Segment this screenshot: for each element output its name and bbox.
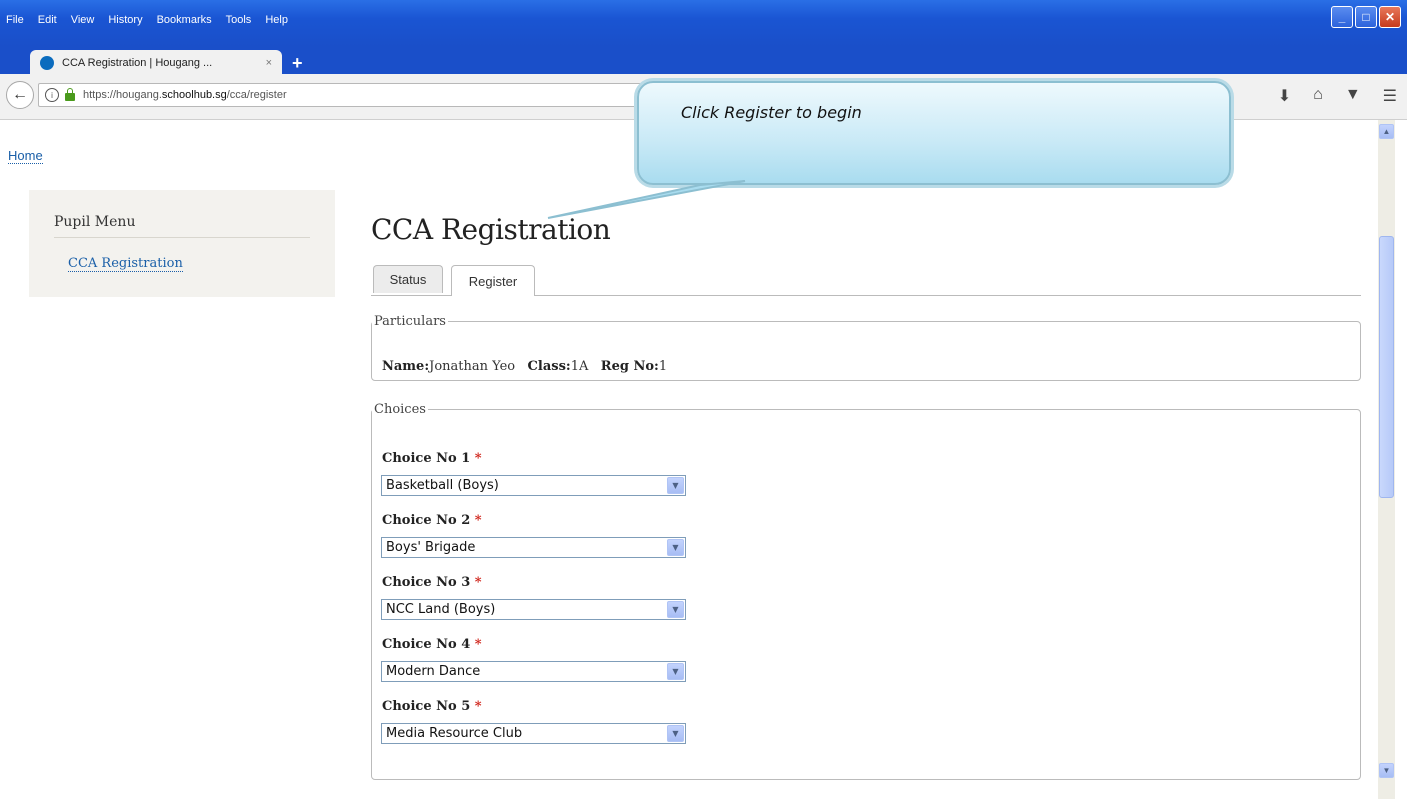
hamburger-menu-icon[interactable]: ☰ [1383, 86, 1397, 106]
download-icon[interactable]: ⬇ [1278, 86, 1291, 106]
url-path: /cca/register [226, 89, 287, 101]
lock-icon [65, 88, 75, 101]
sidebar-item-cca-registration[interactable]: CCA Registration [68, 256, 183, 272]
reg-no-label: Reg No: [600, 359, 659, 374]
choice-2-label: Choice No 2 * [382, 513, 482, 528]
callout-text: Click Register to begin [681, 103, 862, 122]
required-marker: * [474, 451, 482, 466]
menu-view[interactable]: View [71, 14, 95, 26]
choice-1-select[interactable]: Basketball (Boys) ▼ [381, 475, 686, 496]
menu-bookmarks[interactable]: Bookmarks [157, 14, 212, 26]
browser-tab-strip: CCA Registration | Hougang ... × + [0, 46, 1407, 76]
url-prefix: https://hougang. [83, 89, 162, 101]
choice-5-label-text: Choice No 5 [382, 699, 471, 714]
scrollbar-thumb[interactable] [1379, 236, 1394, 498]
choice-3-select[interactable]: NCC Land (Boys) ▼ [381, 599, 686, 620]
page-content: Home Pupil Menu CCA Registration CCA Reg… [0, 120, 1378, 799]
tab-register[interactable]: Register [451, 265, 535, 296]
choice-1-label: Choice No 1 * [382, 451, 482, 466]
choice-3-label: Choice No 3 * [382, 575, 482, 590]
chevron-down-icon[interactable]: ▼ [667, 663, 684, 680]
class-value: 1A [570, 359, 589, 374]
particulars-details: Name:Jonathan Yeo Class:1A Reg No:1 [382, 359, 667, 374]
choice-3-label-text: Choice No 3 [382, 575, 471, 590]
url-host: schoolhub.sg [161, 89, 227, 101]
maximize-button[interactable]: □ [1355, 6, 1377, 28]
breadcrumb-home-link[interactable]: Home [8, 148, 43, 164]
info-icon[interactable]: i [45, 88, 59, 102]
sidebar-title: Pupil Menu [54, 214, 136, 230]
menu-history[interactable]: History [108, 14, 142, 26]
name-label: Name: [382, 359, 430, 374]
pupil-menu-sidebar: Pupil Menu CCA Registration [29, 190, 335, 297]
choice-4-label-text: Choice No 4 [382, 637, 471, 652]
chevron-down-icon[interactable]: ▼ [667, 539, 684, 556]
choice-2-select[interactable]: Boys' Brigade ▼ [381, 537, 686, 558]
choices-legend: Choices [374, 402, 426, 417]
chevron-down-icon[interactable]: ▼ [667, 477, 684, 494]
choice-2-value: Boys' Brigade [386, 540, 476, 555]
close-window-button[interactable]: ✕ [1379, 6, 1401, 28]
choices-fieldset: Choices Choice No 1 * Basketball (Boys) ▼… [371, 402, 1361, 780]
home-icon[interactable]: ⌂ [1313, 86, 1323, 106]
page-title: CCA Registration [371, 213, 611, 246]
chevron-down-icon[interactable]: ▼ [667, 725, 684, 742]
choice-5-select[interactable]: Media Resource Club ▼ [381, 723, 686, 744]
class-label: Class: [527, 359, 571, 374]
choice-4-value: Modern Dance [386, 664, 481, 679]
browser-tab-title: CCA Registration | Hougang ... [62, 57, 213, 69]
drupal-favicon-icon [40, 56, 54, 70]
choice-2-label-text: Choice No 2 [382, 513, 471, 528]
choice-4-select[interactable]: Modern Dance ▼ [381, 661, 686, 682]
callout-annotation [637, 81, 1231, 185]
required-marker: * [474, 637, 482, 652]
menu-edit[interactable]: Edit [38, 14, 57, 26]
choice-3-value: NCC Land (Boys) [386, 602, 496, 617]
reg-no-value: 1 [658, 359, 668, 374]
back-arrow-icon: ← [12, 86, 28, 103]
choice-4-label: Choice No 4 * [382, 637, 482, 652]
menu-tools[interactable]: Tools [226, 14, 252, 26]
menu-bar: File Edit View History Bookmarks Tools H… [6, 14, 288, 26]
particulars-legend: Particulars [374, 314, 446, 329]
tab-status[interactable]: Status [373, 265, 443, 293]
page-tabs: Status Register [371, 261, 1361, 296]
window-controls: _ □ ✕ [1331, 6, 1401, 28]
minimize-button[interactable]: _ [1331, 6, 1353, 28]
menu-help[interactable]: Help [265, 14, 288, 26]
scroll-down-arrow-icon[interactable]: ▼ [1379, 763, 1394, 778]
particulars-fieldset: Particulars Name:Jonathan Yeo Class:1A R… [371, 314, 1361, 381]
required-marker: * [474, 699, 482, 714]
choice-5-label: Choice No 5 * [382, 699, 482, 714]
scroll-up-arrow-icon[interactable]: ▲ [1379, 124, 1394, 139]
name-value: Jonathan Yeo [429, 359, 516, 374]
choice-1-value: Basketball (Boys) [386, 478, 499, 493]
back-button[interactable]: ← [6, 81, 34, 109]
pocket-icon[interactable]: ▼ [1345, 86, 1361, 106]
vertical-scrollbar[interactable]: ▲ ▼ [1378, 120, 1395, 799]
tab-close-icon[interactable]: × [266, 57, 272, 69]
chevron-down-icon[interactable]: ▼ [667, 601, 684, 618]
choice-1-label-text: Choice No 1 [382, 451, 471, 466]
sidebar-divider [54, 237, 310, 238]
required-marker: * [474, 513, 482, 528]
required-marker: * [474, 575, 482, 590]
choice-5-value: Media Resource Club [386, 726, 523, 741]
browser-tab[interactable]: CCA Registration | Hougang ... × [30, 50, 282, 76]
menu-file[interactable]: File [6, 14, 24, 26]
window-title-bar: File Edit View History Bookmarks Tools H… [0, 0, 1407, 46]
toolbar-icons: ⬇ ⌂ ▼ ☰ [1278, 86, 1397, 106]
new-tab-button[interactable]: + [292, 54, 303, 72]
